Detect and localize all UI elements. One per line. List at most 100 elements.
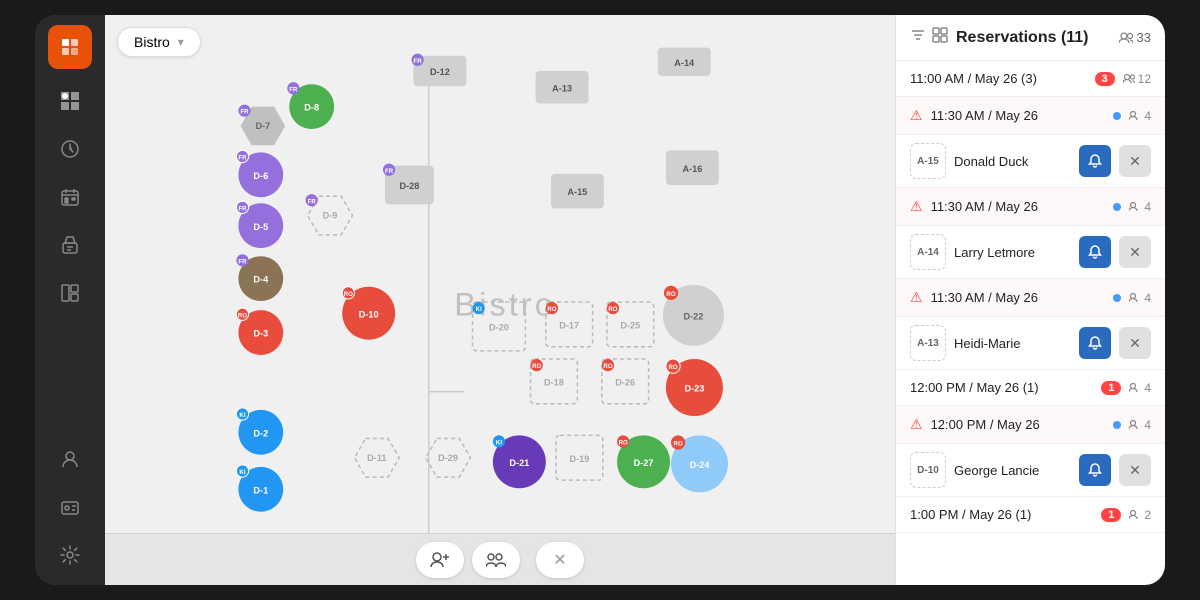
- res-item-george: D-10 George Lancie ✕: [896, 444, 1165, 497]
- group-button[interactable]: [472, 542, 520, 578]
- alert-icon-3: ⚠: [910, 289, 923, 306]
- table-D26[interactable]: D-26 RO: [602, 359, 649, 404]
- sidebar-item-orders[interactable]: [50, 225, 90, 265]
- time-group-1300[interactable]: 1:00 PM / May 26 (1) 1 2: [896, 497, 1165, 533]
- table-D6[interactable]: D-6 FR: [236, 150, 283, 197]
- count-badge-1300: 1: [1101, 508, 1121, 522]
- time-group-1130-3[interactable]: ⚠ 11:30 AM / May 26 4: [896, 279, 1165, 317]
- people-count-1200-1: 4: [1129, 381, 1151, 395]
- table-D12[interactable]: D-12 FR: [411, 54, 466, 87]
- table-D3[interactable]: D-3 RO: [236, 308, 283, 355]
- table-D11[interactable]: D-11: [354, 438, 399, 477]
- table-D19[interactable]: D-19: [556, 435, 603, 480]
- notify-btn-george[interactable]: [1079, 454, 1111, 486]
- svg-text:RO: RO: [608, 306, 617, 313]
- floor-svg: Bistro D-7 FR D-8: [105, 15, 895, 585]
- svg-text:RO: RO: [668, 364, 677, 371]
- close-floor-button[interactable]: ✕: [536, 542, 584, 578]
- table-A16[interactable]: A-16: [666, 150, 719, 185]
- notify-btn-larry[interactable]: [1079, 236, 1111, 268]
- alert-icon-4: ⚠: [910, 416, 923, 433]
- time-group-1100[interactable]: 11:00 AM / May 26 (3) 3 12: [896, 61, 1165, 97]
- svg-text:A-14: A-14: [674, 58, 695, 68]
- alert-icon-1: ⚠: [910, 107, 923, 124]
- table-tag-a13: A-13: [910, 325, 946, 361]
- table-D10[interactable]: D-10 RO: [342, 287, 395, 340]
- time-label-1200-1: 12:00 PM / May 26 (1): [910, 380, 1093, 395]
- close-btn-larry[interactable]: ✕: [1119, 236, 1151, 268]
- time-label-1130-1: 11:30 AM / May 26: [931, 108, 1106, 123]
- svg-text:D-5: D-5: [253, 222, 268, 232]
- sidebar-item-layout[interactable]: [50, 273, 90, 313]
- floor-plan: Bistro ▾ Bistro D-7: [105, 15, 895, 585]
- close-btn-george[interactable]: ✕: [1119, 454, 1151, 486]
- svg-text:A-16: A-16: [682, 164, 702, 174]
- table-D2[interactable]: D-2 KI: [236, 408, 283, 455]
- table-D21[interactable]: D-21 KI: [493, 435, 546, 488]
- svg-text:KI: KI: [239, 469, 245, 476]
- sidebar-item-calendar[interactable]: [50, 177, 90, 217]
- table-D25[interactable]: D-25 RO: [607, 302, 654, 347]
- svg-text:D-10: D-10: [359, 309, 379, 319]
- svg-text:FR: FR: [289, 86, 298, 93]
- table-D24[interactable]: D-24 RO: [671, 435, 728, 492]
- status-dot-1200-2: [1113, 421, 1121, 429]
- table-D9[interactable]: D-9 FR: [306, 194, 353, 235]
- table-A13[interactable]: A-13: [536, 71, 589, 104]
- time-group-1130-1[interactable]: ⚠ 11:30 AM / May 26 4: [896, 97, 1165, 135]
- svg-text:D-25: D-25: [620, 321, 640, 331]
- res-name-donald: Donald Duck: [954, 154, 1071, 169]
- time-group-1130-2[interactable]: ⚠ 11:30 AM / May 26 4: [896, 188, 1165, 226]
- app-logo[interactable]: [48, 25, 92, 69]
- res-item-larry: A-14 Larry Letmore ✕: [896, 226, 1165, 279]
- time-group-1200-1[interactable]: 12:00 PM / May 26 (1) 1 4: [896, 370, 1165, 406]
- table-D27[interactable]: D-27 RO: [617, 435, 670, 488]
- time-group-1200-2[interactable]: ⚠ 12:00 PM / May 26 4: [896, 406, 1165, 444]
- svg-text:FR: FR: [308, 198, 317, 205]
- table-A15[interactable]: A-15: [551, 174, 604, 209]
- table-D22[interactable]: D-22 RO: [663, 285, 724, 346]
- sidebar-item-clock[interactable]: [50, 129, 90, 169]
- tablet-frame: Bistro ▾ Bistro D-7: [35, 15, 1165, 585]
- res-item-donald: A-15 Donald Duck ✕: [896, 135, 1165, 188]
- svg-text:D-24: D-24: [690, 460, 711, 470]
- table-D29[interactable]: D-29: [426, 438, 471, 477]
- notify-btn-donald[interactable]: [1079, 145, 1111, 177]
- total-people: 33: [1137, 30, 1151, 45]
- table-D23[interactable]: D-23 RO: [666, 359, 723, 416]
- count-badge-1200-1: 1: [1101, 381, 1121, 395]
- filter-icon[interactable]: [910, 27, 926, 48]
- svg-text:FR: FR: [240, 109, 249, 116]
- venue-selector[interactable]: Bistro ▾: [117, 27, 201, 57]
- status-dot-1130-3: [1113, 294, 1121, 302]
- table-D17[interactable]: D-17 RO: [546, 302, 593, 347]
- svg-text:D-8: D-8: [304, 103, 319, 113]
- grid-icon[interactable]: [932, 27, 948, 48]
- table-D4[interactable]: D-4 FR: [236, 254, 283, 301]
- svg-text:A-15: A-15: [567, 187, 587, 197]
- time-label-1100: 11:00 AM / May 26 (3): [910, 71, 1087, 86]
- close-btn-heidi[interactable]: ✕: [1119, 327, 1151, 359]
- table-D5[interactable]: D-5 FR: [236, 201, 283, 248]
- table-D1[interactable]: D-1 KI: [236, 465, 283, 512]
- sidebar-item-id-card[interactable]: [50, 487, 90, 527]
- people-count-1300: 2: [1129, 508, 1151, 522]
- table-D7[interactable]: D-7 FR: [238, 105, 285, 146]
- add-person-button[interactable]: [416, 542, 464, 578]
- time-label-1200-2: 12:00 PM / May 26: [931, 417, 1106, 432]
- svg-text:D-2: D-2: [253, 428, 268, 438]
- close-btn-donald[interactable]: ✕: [1119, 145, 1151, 177]
- sidebar-item-profile[interactable]: [50, 439, 90, 479]
- reservations-list[interactable]: 11:00 AM / May 26 (3) 3 12 ⚠ 11:30 AM / …: [896, 61, 1165, 585]
- sidebar-item-floor-plan[interactable]: [50, 81, 90, 121]
- table-D28[interactable]: D-28 FR: [383, 164, 434, 205]
- table-A14[interactable]: A-14: [658, 48, 711, 76]
- table-D8[interactable]: D-8 FR: [287, 82, 334, 129]
- sidebar-item-settings[interactable]: [50, 535, 90, 575]
- notify-btn-heidi[interactable]: [1079, 327, 1111, 359]
- svg-text:D-29: D-29: [438, 453, 458, 463]
- svg-text:KI: KI: [476, 306, 482, 313]
- table-D18[interactable]: D-18 RO: [531, 359, 578, 404]
- svg-text:RO: RO: [532, 363, 541, 370]
- svg-text:D-27: D-27: [634, 458, 654, 468]
